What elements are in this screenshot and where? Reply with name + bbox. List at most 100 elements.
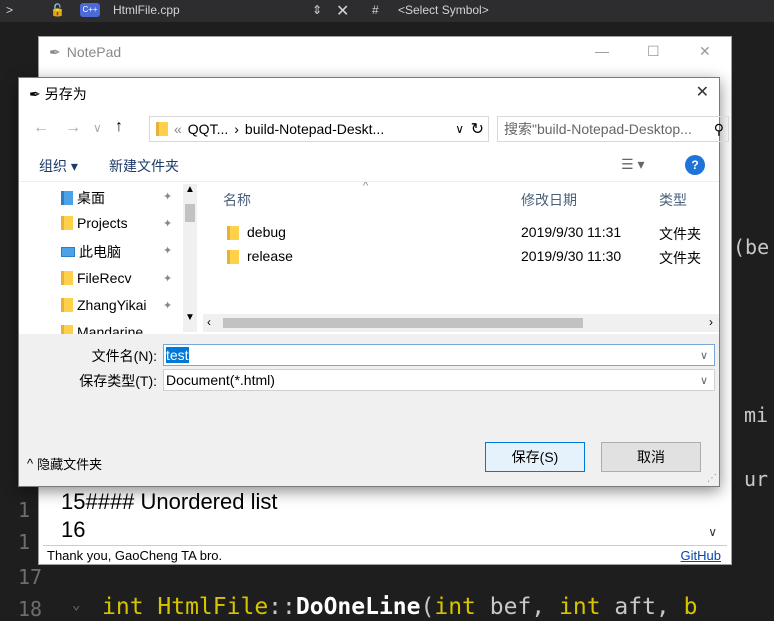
file-modified: 2019/9/30 11:30: [521, 248, 622, 264]
folder-icon: [227, 250, 239, 265]
folder-icon: [61, 216, 73, 230]
scroll-thumb[interactable]: [185, 204, 195, 222]
filename-input[interactable]: test ∨: [163, 344, 715, 366]
address-bar[interactable]: « QQT... › build-Notepad-Deskt... ∨ ↻: [149, 116, 489, 142]
up-button[interactable]: ↑: [115, 118, 123, 136]
cancel-button[interactable]: 取消: [601, 442, 701, 472]
filename-label: 文件名(N):: [91, 348, 157, 364]
pin-icon[interactable]: ✦: [163, 244, 172, 257]
scroll-down-icon[interactable]: ∨: [708, 525, 717, 539]
close-tab-icon[interactable]: ✕: [336, 1, 349, 21]
search-icon[interactable]: ⚲: [714, 121, 724, 138]
refresh-icon[interactable]: ↻: [471, 119, 484, 139]
file-name: debug: [247, 224, 286, 240]
pin-icon[interactable]: ✦: [163, 272, 172, 285]
scroll-right-icon[interactable]: ›: [709, 315, 713, 329]
scroll-left-icon[interactable]: ‹: [207, 315, 211, 329]
scroll-up-icon[interactable]: ▲: [185, 184, 195, 195]
horizontal-scrollbar[interactable]: ‹ ›: [203, 314, 719, 332]
line-number: 1: [18, 530, 31, 554]
pin-icon[interactable]: ✦: [163, 217, 172, 230]
pin-icon[interactable]: ✦: [163, 299, 172, 312]
navigation-pane: 桌面 ✦ Projects ✦ 此电脑 ✦ FileRecv ✦ ZhangYi…: [19, 182, 203, 334]
file-row[interactable]: debug 2019/9/30 11:31 文件夹: [203, 222, 719, 246]
new-folder-button[interactable]: 新建文件夹: [109, 156, 179, 176]
tree-item-label: ZhangYikai: [77, 297, 147, 313]
breadcrumb-separator: ›: [234, 121, 239, 137]
scroll-down-icon[interactable]: ▼: [185, 312, 195, 323]
forward-button[interactable]: →: [65, 119, 81, 137]
column-type[interactable]: 类型: [659, 190, 687, 210]
organize-button[interactable]: 组织 ▾: [39, 156, 78, 176]
search-input[interactable]: 搜索"build-Notepad-Desktop... ⚲: [497, 116, 729, 142]
navigation-bar: ← → ∨ ↑ « QQT... › build-Notepad-Deskt..…: [29, 116, 729, 142]
tree-item-mandarine[interactable]: Mandarine: [61, 324, 143, 334]
ide-toolbar: > 🔓 C++ HtmlFile.cpp ⇕ ✕ # <Select Symbo…: [0, 0, 774, 22]
chevron-up-icon: ^: [27, 456, 34, 471]
filename-value: test: [166, 347, 189, 363]
maximize-button[interactable]: ☐: [647, 43, 660, 60]
file-dropdown-icon[interactable]: ⇕: [312, 3, 322, 17]
code-fragment: (be: [733, 235, 770, 259]
tree-item-zhangyikai[interactable]: ZhangYikai: [61, 297, 147, 313]
folder-icon: [227, 226, 239, 241]
chevron-right-icon[interactable]: >: [6, 3, 13, 17]
tree-item-label: 桌面: [77, 190, 105, 206]
desktop-icon: [61, 191, 73, 205]
recent-dropdown[interactable]: ∨: [93, 121, 102, 135]
view-options-icon[interactable]: ☰ ▾: [621, 156, 644, 173]
tree-scrollbar[interactable]: ▲ ▼: [183, 184, 197, 332]
folder-icon: [61, 298, 73, 312]
help-icon[interactable]: ?: [685, 155, 705, 175]
breadcrumb-qqt[interactable]: QQT...: [188, 121, 228, 137]
column-modified[interactable]: 修改日期: [521, 190, 577, 210]
filename-dropdown-icon[interactable]: ∨: [700, 349, 708, 362]
save-button[interactable]: 保存(S): [485, 442, 585, 472]
filetype-select[interactable]: Document(*.html) ∨: [163, 369, 715, 391]
notepad-title: NotePad: [66, 44, 122, 60]
dialog-title: 另存为: [44, 86, 87, 102]
file-name: HtmlFile.cpp: [113, 3, 180, 17]
fold-icon[interactable]: ⌄: [72, 597, 80, 613]
folder-icon: [61, 325, 73, 334]
dialog-close-button[interactable]: ✕: [696, 82, 709, 102]
scroll-thumb[interactable]: [223, 318, 583, 328]
minimize-button[interactable]: —: [595, 43, 609, 59]
resize-grip-icon[interactable]: ⋰: [707, 473, 717, 484]
tree-item-this-pc[interactable]: 此电脑: [61, 242, 121, 262]
tree-item-label: FileRecv: [77, 270, 132, 286]
tree-item-filerecv[interactable]: FileRecv: [61, 270, 131, 286]
symbol-hash: #: [372, 3, 379, 17]
line-number: 17: [18, 565, 43, 589]
tree-item-projects[interactable]: Projects: [61, 215, 128, 231]
text-line: 15#### Unordered list: [61, 489, 278, 514]
column-name[interactable]: 名称: [223, 190, 251, 210]
file-modified: 2019/9/30 11:31: [521, 224, 622, 240]
tree-item-desktop[interactable]: 桌面: [61, 188, 105, 208]
status-text: Thank you, GaoCheng TA bro.: [47, 548, 223, 563]
line-number: 18: [18, 597, 43, 621]
sort-indicator-icon: ^: [363, 182, 369, 192]
breadcrumb-build[interactable]: build-Notepad-Deskt...: [245, 121, 384, 137]
close-button[interactable]: ✕: [699, 43, 711, 60]
status-bar: Thank you, GaoCheng TA bro. GitHub: [43, 545, 727, 565]
notepad-app-icon: ✒: [49, 43, 61, 60]
github-link[interactable]: GitHub: [681, 548, 721, 563]
filetype-dropdown-icon[interactable]: ∨: [700, 374, 708, 387]
save-as-dialog: ✒ 另存为 ✕ ← → ∨ ↑ « QQT... › build-Notepad…: [18, 77, 729, 487]
address-dropdown-icon[interactable]: ∨: [455, 122, 464, 136]
code-line-18: int HtmlFile::DoOneLine(int bef, int aft…: [102, 594, 698, 620]
pin-icon[interactable]: ✦: [163, 190, 172, 203]
file-name: release: [247, 248, 293, 264]
dialog-titlebar: ✒ 另存为: [29, 84, 87, 104]
text-line: 16: [61, 517, 86, 537]
filetype-value: Document(*.html): [166, 372, 275, 388]
search-placeholder: 搜索"build-Notepad-Desktop...: [504, 121, 692, 137]
tree-item-label: Mandarine: [77, 324, 144, 334]
back-button[interactable]: ←: [33, 119, 49, 137]
file-row[interactable]: release 2019/9/30 11:30 文件夹: [203, 246, 719, 270]
file-type: 文件夹: [659, 226, 701, 242]
symbol-select[interactable]: <Select Symbol>: [398, 3, 489, 17]
folder-icon: [61, 271, 73, 285]
hide-folders-toggle[interactable]: ^ 隐藏文件夹: [27, 454, 102, 473]
